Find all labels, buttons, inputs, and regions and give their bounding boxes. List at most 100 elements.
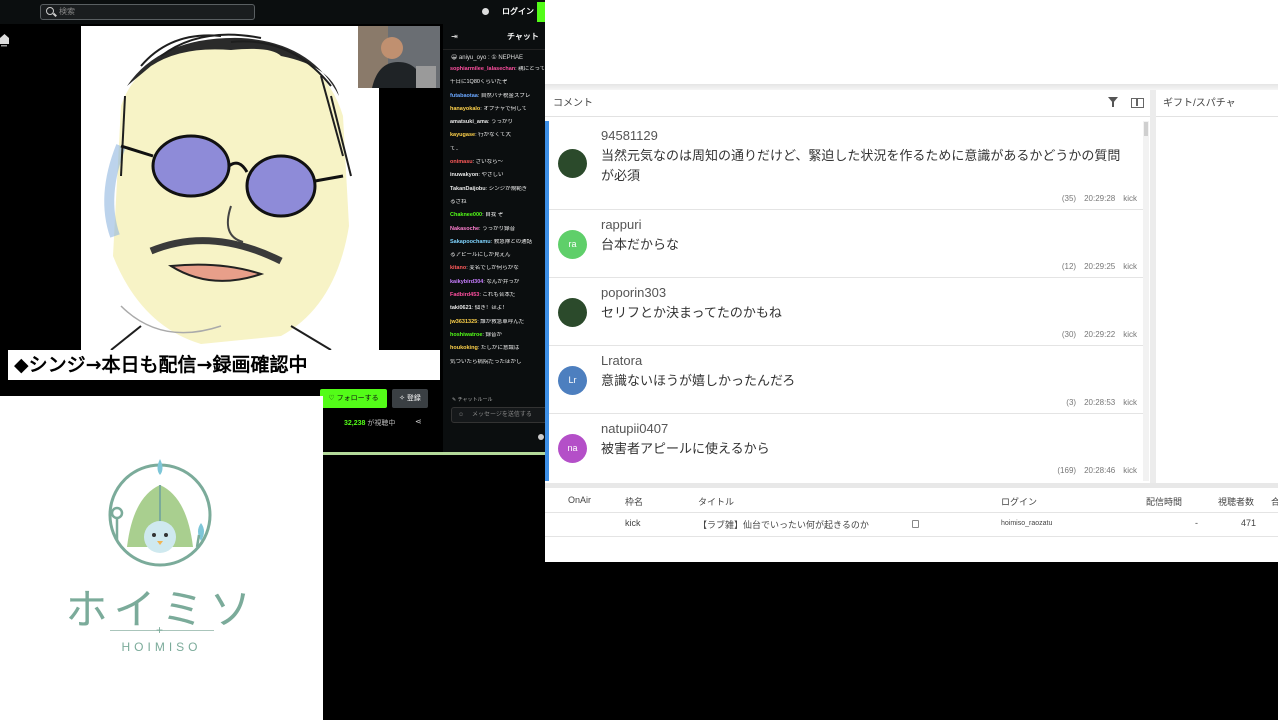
login-button[interactable]: ログイン xyxy=(497,4,539,20)
chat-username[interactable]: hoshiwatroe xyxy=(450,332,482,338)
chat-message: jw3631325: 誰が救急車呼んだ xyxy=(450,319,545,326)
chat-title: チャット xyxy=(507,32,539,41)
chat-pinned-bar: 😀 aniyu_oyo : ① NEPHAE xyxy=(451,55,523,61)
comment-row[interactable]: 94581129 当然元気なのは周知の通りだけど、緊迫した状況を作るために意識があ… xyxy=(549,121,1143,210)
chat-message: るさね xyxy=(450,199,545,206)
chat-message: inuwakyon: やさしい xyxy=(450,172,545,179)
chat-username[interactable]: houkoking xyxy=(450,345,478,351)
comment-text: 当然元気なのは周知の通りだけど、緊迫した状況を作るために意識があるかどうかの質問… xyxy=(601,149,1121,184)
viewer-count: 32,238 が視聴中 xyxy=(344,418,395,428)
theme-toggle-icon[interactable] xyxy=(482,8,489,15)
comment-count: (30) xyxy=(1061,330,1077,339)
avatar: Lr xyxy=(558,366,587,395)
chat-text: : 行かなくて大 xyxy=(475,132,511,139)
chat-username[interactable]: inuwakyon xyxy=(450,172,478,178)
chat-username[interactable]: Nakasoche xyxy=(450,226,479,232)
chat-text: : うっかり xyxy=(487,119,513,126)
chat-username[interactable]: taki0621 xyxy=(450,305,472,311)
chat-username[interactable]: sophiarmilee_lalasechan xyxy=(450,66,515,72)
webcam-overlay xyxy=(358,26,440,88)
chat-text: : さいなら～ xyxy=(472,159,504,166)
chat-text: : たしかに意識は xyxy=(477,345,520,352)
comment-count: (12) xyxy=(1061,262,1077,271)
chat-message: sophiarmilee_lalasechan: 親にとって xyxy=(450,66,545,73)
copy-icon[interactable] xyxy=(912,520,919,528)
comment-text: 被害者アピールに使えるから xyxy=(601,442,770,457)
chat-text: : 変名でしか何らかな xyxy=(466,265,519,272)
chat-username[interactable]: hanayokalo xyxy=(450,106,480,112)
avatar xyxy=(558,149,587,178)
chat-messages: sophiarmilee_lalasechan: 親にとって 千日に1Q80くらい… xyxy=(450,66,545,372)
collapse-chat-icon[interactable]: ⇥ xyxy=(451,24,458,50)
comment-meta: (3) 20:28:53 kick xyxy=(1058,398,1137,407)
avatar: ra xyxy=(558,230,587,259)
chat-message: 千日に1Q80くらいだぞ xyxy=(450,79,545,86)
share-icon[interactable]: ⋖ xyxy=(415,417,422,426)
chat-message: Fadbird453: これも合本だ xyxy=(450,292,545,299)
filter-icon[interactable] xyxy=(1108,97,1118,107)
table-cell-viewers: 471 xyxy=(1241,518,1257,528)
comment-username: rappuri xyxy=(601,217,642,232)
table-header-onair[interactable]: OnAir xyxy=(568,495,591,505)
table-header-title[interactable]: タイトル xyxy=(698,495,734,508)
chat-rules-link[interactable]: ✎ チャットルール xyxy=(452,396,493,403)
viewer-count-value: 32,238 xyxy=(344,420,366,427)
chat-username[interactable]: TakanDaijobu xyxy=(450,186,486,192)
chat-username[interactable]: amatsuki_ama xyxy=(450,119,488,125)
chat-text: : シンジが規範ぎ xyxy=(485,185,528,192)
chat-username[interactable]: Sakapoochamu xyxy=(450,239,491,245)
table-header-frame[interactable]: 枠名 xyxy=(625,495,643,508)
home-icon[interactable] xyxy=(0,32,9,48)
signup-button[interactable] xyxy=(537,2,545,22)
table-cell-title: 【ラブ雑】仙台でいったい何が起きるのか xyxy=(698,520,869,530)
comment-scrollbar[interactable] xyxy=(1143,121,1149,481)
logo-plus-icon: + xyxy=(156,623,164,637)
chat-message: kitano: 変名でしか何らかな xyxy=(450,265,545,272)
chat-username[interactable]: Fadbird453 xyxy=(450,292,479,298)
chat-text: て.. xyxy=(450,145,459,152)
chat-username[interactable]: kayugase xyxy=(450,132,475,138)
comment-platform: kick xyxy=(1123,262,1137,271)
subscribe-button[interactable]: ✧ 登録 xyxy=(392,389,428,408)
chat-message: るアピールにしか見えん xyxy=(450,252,545,259)
table-header-login[interactable]: ログイン xyxy=(1001,495,1037,508)
comment-count: (3) xyxy=(1066,398,1077,407)
chat-message-input[interactable]: メッセージを送信する xyxy=(451,407,545,423)
chat-text: : 救急隊との通話 xyxy=(490,238,533,245)
chat-username[interactable]: Chaknee000 xyxy=(450,212,482,218)
comment-username: natupii0407 xyxy=(601,421,669,436)
chat-username[interactable]: futabaotaa xyxy=(450,93,478,99)
comment-time: 20:29:22 xyxy=(1084,330,1116,339)
table-header-extra[interactable]: 合 xyxy=(1271,495,1278,508)
comment-username: Lratora xyxy=(601,353,643,368)
chat-username[interactable]: jw3631325 xyxy=(450,319,477,325)
comment-row[interactable]: na natupii0407 被害者アピールに使えるから (169) 20:28:46 k… xyxy=(549,414,1143,481)
panel-resize-handle[interactable] xyxy=(1150,90,1156,483)
comment-meta: (12) 20:29:25 kick xyxy=(1054,262,1137,271)
chat-username[interactable]: onimasu xyxy=(450,159,473,165)
chat-message: Sakapoochamu: 救急隊との通話 xyxy=(450,239,545,246)
comment-text: セリフとか決まってたのかもね xyxy=(601,306,782,321)
comment-row[interactable]: ra rappuri 台本だからな (12) 20:29:25 kick xyxy=(549,210,1143,278)
search-icon xyxy=(46,7,54,15)
comment-row[interactable]: poporin303 セリフとか決まってたのかもね (30) 20:29:22 kick xyxy=(549,278,1143,346)
follow-button[interactable]: ♡ フォローする xyxy=(320,389,387,408)
chat-message: Chaknee000: 自我 ぞ xyxy=(450,212,545,219)
table-row-rule xyxy=(545,536,1278,537)
table-header-duration[interactable]: 配信時間 xyxy=(1146,495,1182,508)
comment-text: 意識ないほうが嬉しかったんだろ xyxy=(601,374,796,389)
chat-text: るさね xyxy=(450,198,467,205)
comment-row[interactable]: Lr Lratora 意識ないほうが嬉しかったんだろ (3) 20:28:53 kick xyxy=(549,346,1143,414)
column-layout-icon[interactable] xyxy=(1131,98,1144,108)
comment-list[interactable]: 94581129 当然元気なのは周知の通りだけど、緊迫した状況を作るために意識があ… xyxy=(549,121,1143,481)
table-header-viewers[interactable]: 視聴者数 xyxy=(1218,495,1254,508)
chat-message: amatsuki_ama: うっかり xyxy=(450,119,545,126)
chat-settings-icon[interactable] xyxy=(538,434,544,440)
chat-username[interactable]: kitano xyxy=(450,265,466,271)
comment-scrollbar-thumb[interactable] xyxy=(1144,122,1148,136)
chat-username[interactable]: kaikybird304 xyxy=(450,279,483,285)
comment-time: 20:29:28 xyxy=(1084,194,1116,203)
comment-time: 20:28:46 xyxy=(1084,466,1116,475)
chat-text: 気づいたら病院だったほかし xyxy=(450,358,522,365)
search-input[interactable]: 検索 xyxy=(40,4,255,20)
